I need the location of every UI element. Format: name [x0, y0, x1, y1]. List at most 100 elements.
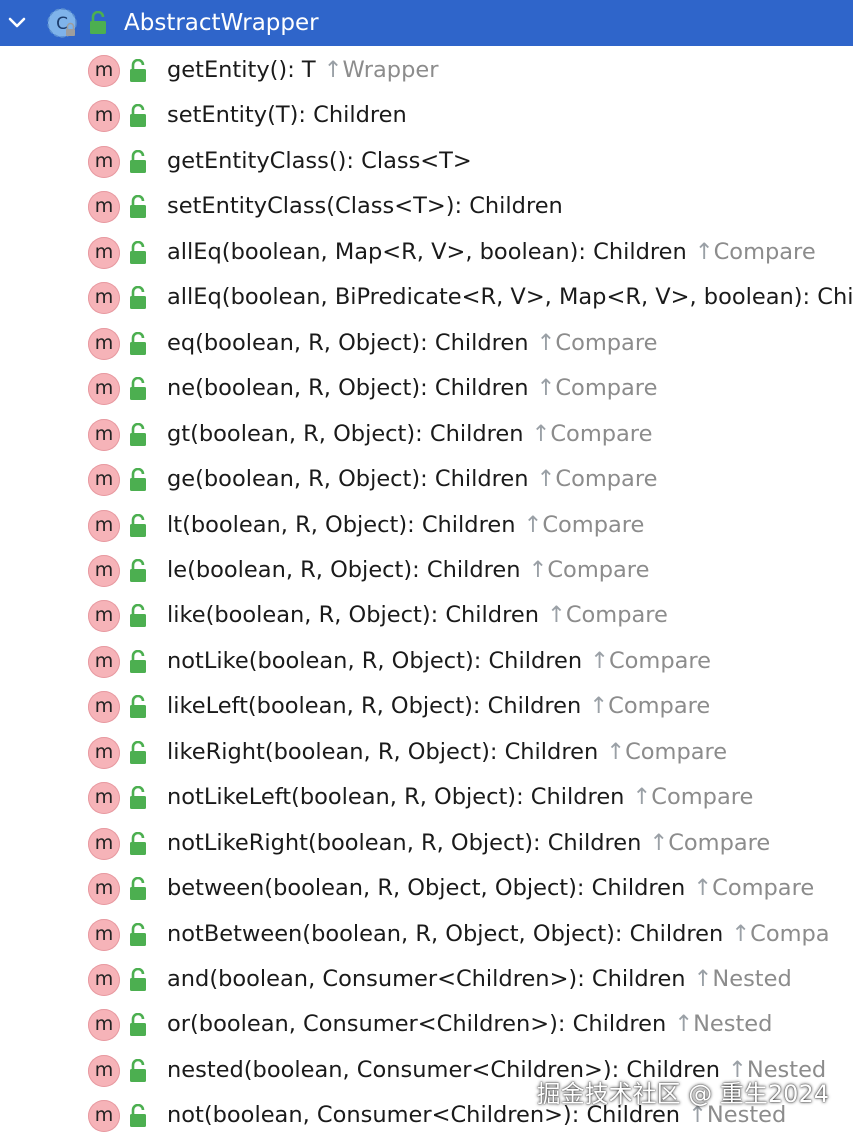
- public-lock-icon: [130, 240, 146, 264]
- method-signature: allEq(boolean, Map<R, V>, boolean): Chil…: [167, 238, 687, 265]
- method-row[interactable]: m notLike(boolean, R, Object): Children ↑C…: [0, 639, 853, 684]
- method-signature: like(boolean, R, Object): Children: [167, 602, 539, 629]
- method-icon: m: [88, 918, 120, 951]
- inherited-arrow-icon: ↑: [693, 966, 713, 992]
- method-row[interactable]: m getEntityClass(): Class<T>: [0, 139, 853, 184]
- inherited-arrow-icon: ↑: [632, 784, 652, 811]
- method-row[interactable]: m ne(boolean, R, Object): Children ↑Compar…: [0, 366, 853, 411]
- method-row[interactable]: m likeLeft(boolean, R, Object): Children ↑…: [0, 684, 853, 729]
- declaring-type: Compare: [555, 466, 658, 493]
- method-signature: setEntity(T): Children: [167, 102, 407, 129]
- public-lock-icon: [130, 377, 146, 401]
- public-lock-icon: [130, 422, 146, 446]
- method-row[interactable]: m notBetween(boolean, R, Object, Object):…: [0, 912, 853, 957]
- method-text: le(boolean, R, Object): Children ↑Compare: [167, 555, 649, 585]
- declaring-type: Compare: [608, 647, 712, 674]
- method-icon: m: [88, 236, 120, 269]
- method-icon-letter: m: [94, 1104, 114, 1127]
- public-lock-icon: [130, 1013, 146, 1037]
- method-row[interactable]: m allEq(boolean, BiPredicate<R, V>, Map<R…: [0, 275, 853, 320]
- chevron-down-icon[interactable]: [6, 12, 28, 34]
- public-lock-icon: [130, 1058, 146, 1082]
- method-signature: eq(boolean, R, Object): Children: [167, 329, 529, 356]
- method-icon-letter: m: [94, 649, 114, 672]
- method-text: ne(boolean, R, Object): Children ↑Compare: [167, 373, 657, 403]
- method-signature: or(boolean, Consumer<Children>): Childre…: [167, 1011, 667, 1038]
- method-icon-letter: m: [94, 195, 114, 218]
- method-row[interactable]: m likeRight(boolean, R, Object): Children…: [0, 730, 853, 775]
- structure-tree: C AbstractWrapper m getEntity(): T ↑Wrappe…: [0, 0, 853, 1137]
- method-text: between(boolean, R, Object, Object): Chi…: [167, 873, 814, 903]
- method-text: setEntity(T): Children: [167, 100, 407, 130]
- method-icon-letter: m: [94, 786, 114, 809]
- inherited-arrow-icon: ↑: [649, 829, 669, 856]
- method-row[interactable]: m between(boolean, R, Object, Object): Ch…: [0, 866, 853, 911]
- public-lock-icon: [130, 786, 146, 810]
- class-node-abstractwrapper[interactable]: C AbstractWrapper: [0, 0, 853, 46]
- method-signature: ge(boolean, R, Object): Children: [167, 466, 529, 493]
- method-signature: gt(boolean, R, Object): Children: [167, 420, 524, 447]
- inherited-arrow-icon: ↑: [536, 466, 556, 493]
- method-icon: m: [88, 782, 120, 815]
- method-icon: m: [88, 873, 120, 906]
- method-row[interactable]: m notLikeLeft(boolean, R, Object): Childr…: [0, 775, 853, 820]
- declaring-type: Nested: [693, 1011, 773, 1038]
- method-row[interactable]: m and(boolean, Consumer<Children>): Child…: [0, 957, 853, 1002]
- method-icon: m: [88, 1009, 120, 1042]
- method-icon-letter: m: [94, 240, 114, 263]
- declaring-type: Compare: [712, 875, 815, 902]
- declaring-type: Compare: [555, 375, 658, 402]
- public-lock-icon: [130, 331, 146, 355]
- method-icon: m: [88, 191, 120, 224]
- inherited-arrow-icon: ↑: [589, 693, 609, 720]
- method-icon: m: [88, 100, 120, 133]
- declaring-type: Compa: [750, 920, 830, 947]
- declaring-type: Compare: [565, 602, 668, 629]
- inherited-arrow-icon: ↑: [694, 238, 714, 265]
- method-row[interactable]: m le(boolean, R, Object): Children ↑Compar…: [0, 548, 853, 593]
- method-icon: m: [88, 645, 120, 678]
- method-signature: and(boolean, Consumer<Children>): Childr…: [167, 966, 686, 992]
- public-lock-icon: [130, 968, 146, 991]
- method-row[interactable]: m setEntityClass(Class<T>): Children: [0, 184, 853, 229]
- public-lock-icon: [130, 877, 146, 901]
- public-lock-icon: [130, 558, 146, 582]
- method-text: likeLeft(boolean, R, Object): Children ↑C…: [167, 691, 710, 721]
- method-icon: m: [88, 145, 120, 178]
- public-lock-icon: [130, 695, 146, 719]
- method-signature: notLikeLeft(boolean, R, Object): Childre…: [167, 784, 625, 811]
- method-icon-letter: m: [94, 740, 114, 763]
- method-icon-letter: m: [94, 286, 114, 309]
- declaring-type: Compare: [542, 511, 645, 538]
- method-row[interactable]: m getEntity(): T ↑Wrapper: [0, 48, 853, 93]
- inherited-arrow-icon: ↑: [531, 420, 551, 447]
- method-row[interactable]: m ge(boolean, R, Object): Children ↑Compar…: [0, 457, 853, 502]
- method-row[interactable]: m gt(boolean, R, Object): Children ↑Compar…: [0, 412, 853, 457]
- method-text: or(boolean, Consumer<Children>): Childre…: [167, 1009, 772, 1039]
- inherited-arrow-icon: ↑: [536, 375, 556, 402]
- method-icon: m: [88, 736, 120, 769]
- inherited-arrow-icon: ↑: [528, 556, 548, 583]
- method-row[interactable]: m allEq(boolean, Map<R, V>, boolean): Chi…: [0, 230, 853, 275]
- method-row[interactable]: m notLikeRight(boolean, R, Object): Child…: [0, 821, 853, 866]
- method-row[interactable]: m like(boolean, R, Object): Children ↑Comp…: [0, 593, 853, 638]
- declaring-type: Compare: [651, 784, 754, 811]
- method-signature: setEntityClass(Class<T>): Children: [167, 193, 563, 220]
- public-lock-icon: [130, 195, 146, 219]
- declaring-type: Compare: [668, 829, 771, 856]
- method-text: setEntityClass(Class<T>): Children: [167, 191, 563, 221]
- method-row[interactable]: m or(boolean, Consumer<Children>): Childr…: [0, 1002, 853, 1047]
- method-row[interactable]: m lt(boolean, R, Object): Children ↑Compar…: [0, 503, 853, 548]
- method-icon-letter: m: [94, 377, 114, 400]
- method-icon-letter: m: [94, 149, 114, 172]
- method-icon: m: [88, 554, 120, 587]
- method-icon: m: [88, 464, 120, 497]
- declaring-type: Compare: [608, 693, 711, 720]
- method-icon-letter: m: [94, 468, 114, 491]
- public-lock-icon: [130, 59, 146, 82]
- method-row[interactable]: m eq(boolean, R, Object): Children ↑Compar…: [0, 321, 853, 366]
- method-signature: notLike(boolean, R, Object): Children: [167, 647, 583, 674]
- method-row[interactable]: m setEntity(T): Children: [0, 93, 853, 138]
- method-icon-letter: m: [94, 331, 114, 354]
- method-icon-letter: m: [94, 922, 114, 945]
